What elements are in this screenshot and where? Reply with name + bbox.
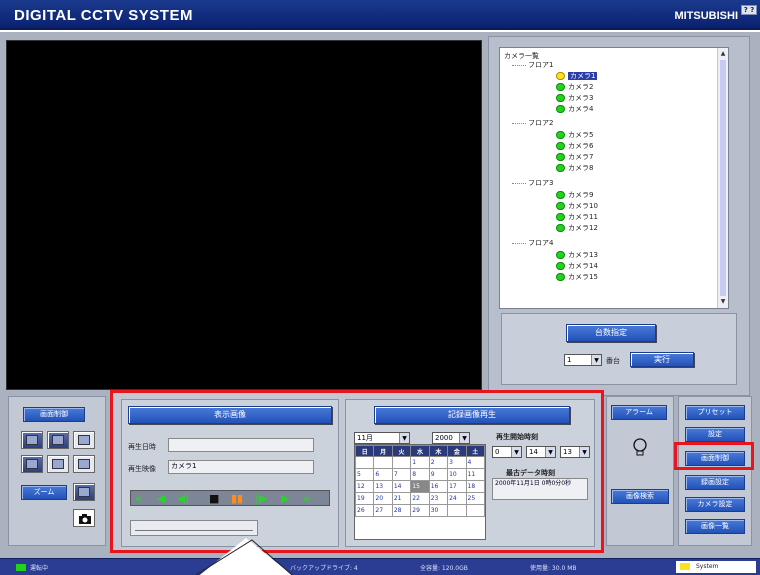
callout-outline — [195, 539, 293, 575]
